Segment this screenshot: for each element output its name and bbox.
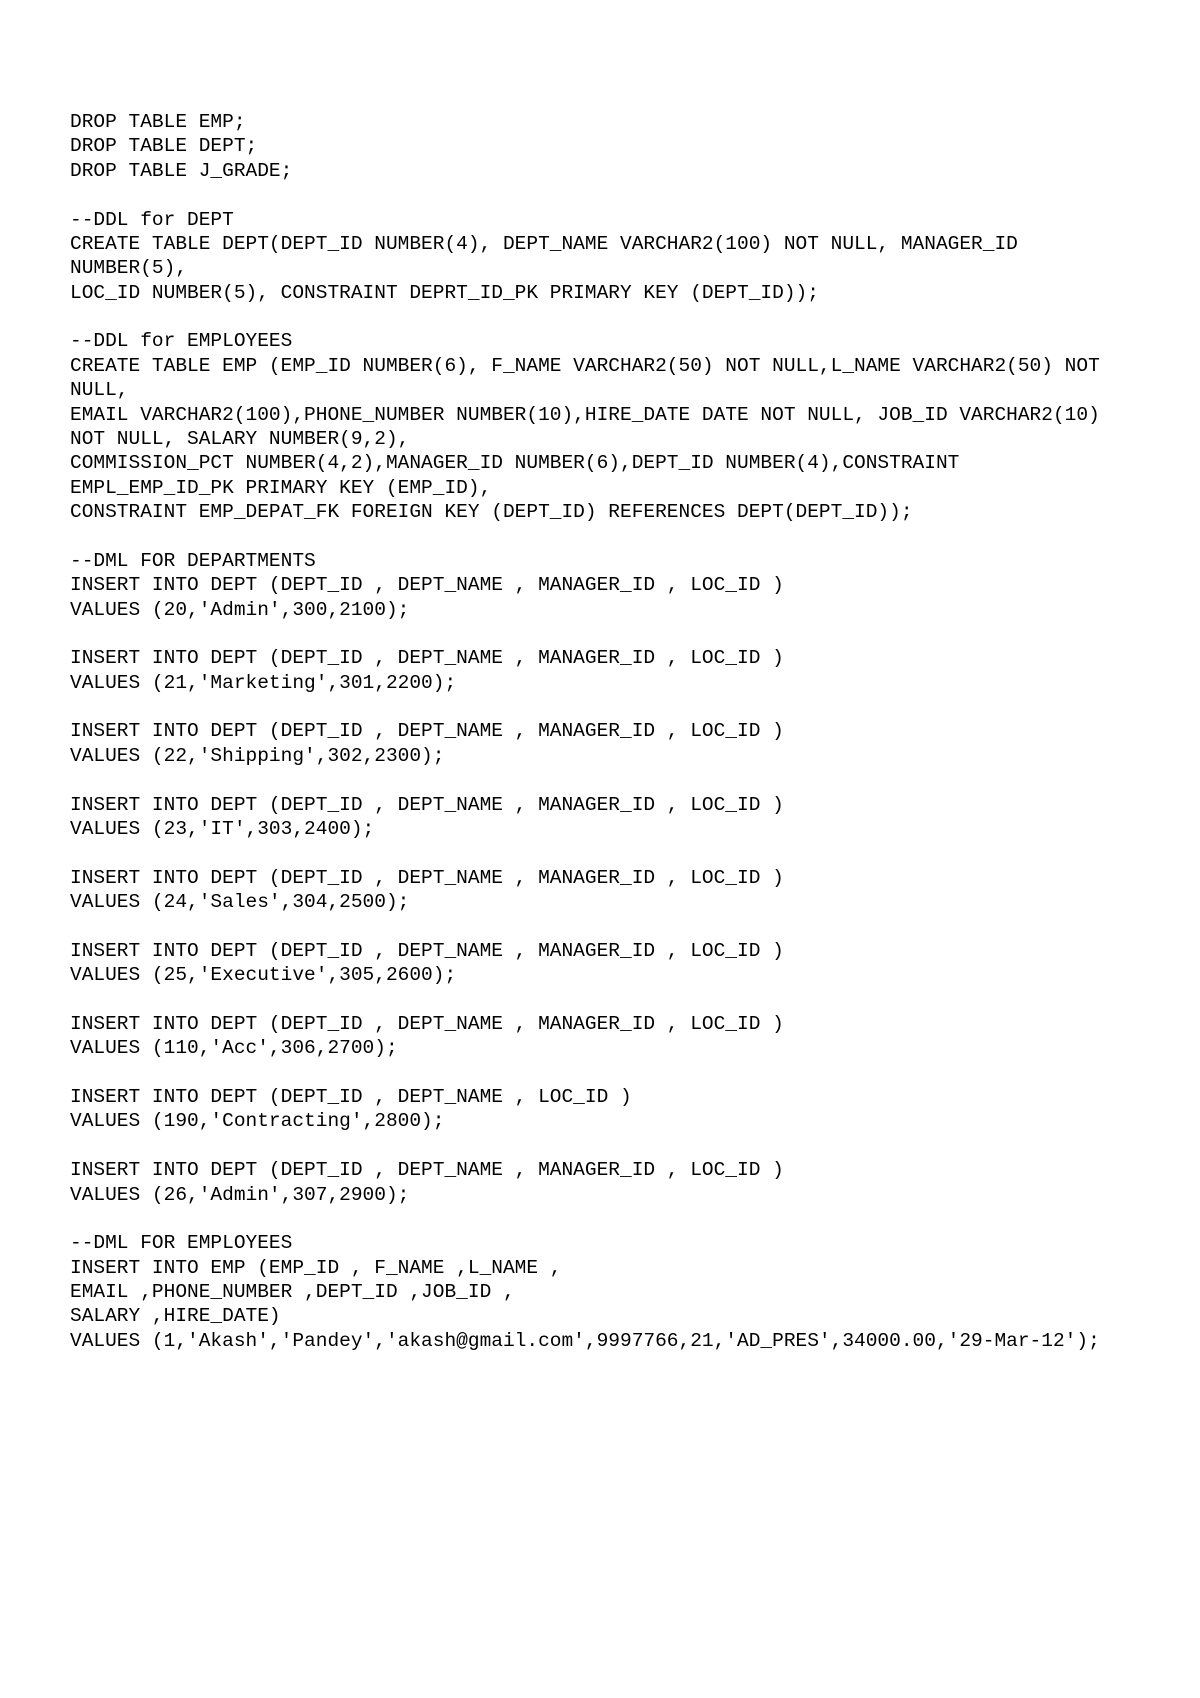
sql-script-document: DROP TABLE EMP; DROP TABLE DEPT; DROP TA… [0,0,1200,1698]
